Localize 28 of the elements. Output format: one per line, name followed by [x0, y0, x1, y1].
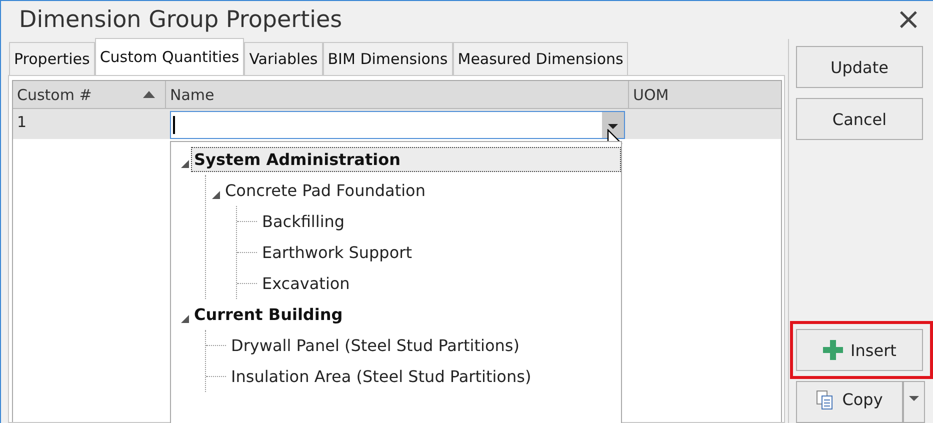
tab[interactable]: Properties	[9, 42, 95, 75]
column-header[interactable]: Name	[166, 81, 629, 108]
window-title: Dimension Group Properties	[19, 7, 342, 33]
tree-item[interactable]: Backfilling	[259, 209, 348, 234]
tree-item[interactable]: Concrete Pad Foundation	[222, 178, 428, 203]
tree-item[interactable]: Insulation Area (Steel Stud Partitions)	[228, 364, 534, 389]
column-header[interactable]: UOM	[629, 81, 781, 108]
tab[interactable]: Measured Dimensions	[452, 42, 628, 75]
tree-item[interactable]: Drywall Panel (Steel Stud Partitions)	[228, 333, 522, 358]
tree-item[interactable]: Excavation	[259, 271, 353, 296]
table-cell-text: 1	[16, 112, 28, 133]
name-combo-field[interactable]	[170, 111, 625, 139]
tree-item[interactable]: Earthwork Support	[259, 240, 415, 265]
dialog-button[interactable]: Update	[796, 46, 923, 88]
copy-button[interactable]: Copy	[796, 381, 903, 423]
dialog-button[interactable]: Cancel	[796, 98, 923, 140]
close-button[interactable]: ×	[892, 5, 925, 35]
plus-icon	[822, 340, 843, 360]
tree-item[interactable]: System Administration	[191, 147, 621, 172]
column-header[interactable]: Custom #	[13, 81, 166, 108]
expand-triangle-icon[interactable]	[181, 314, 189, 322]
tab[interactable]: Custom Quantities	[94, 38, 244, 75]
insert-button[interactable]: Insert	[796, 329, 923, 371]
tab[interactable]: BIM Dimensions	[322, 42, 453, 75]
copy-icon	[816, 390, 834, 410]
expand-triangle-icon[interactable]	[212, 190, 220, 198]
tree-item[interactable]: Current Building	[191, 302, 346, 327]
tab[interactable]: Variables	[244, 42, 323, 75]
